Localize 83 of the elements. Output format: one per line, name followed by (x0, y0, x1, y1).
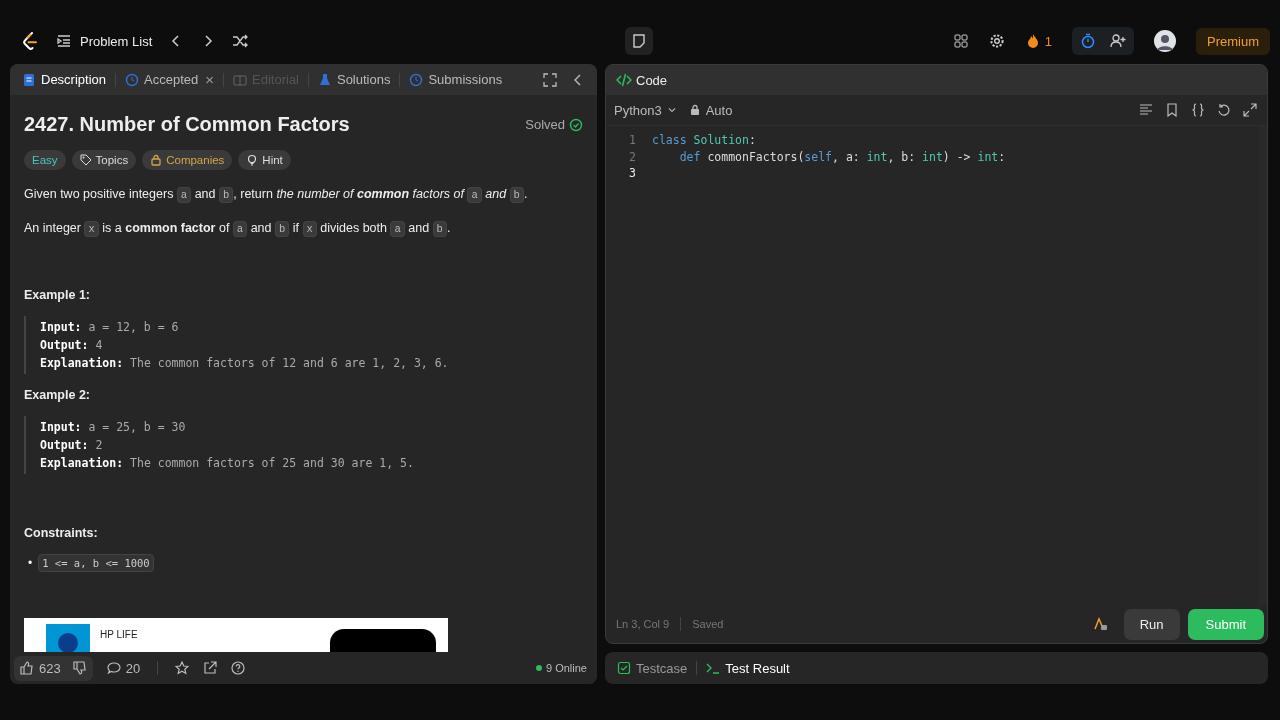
share-icon[interactable] (203, 661, 218, 675)
note-icon (631, 33, 647, 49)
settings-icon[interactable] (988, 33, 1005, 49)
ad-button[interactable] (330, 629, 436, 652)
code-icon (616, 72, 632, 88)
shuffle-icon[interactable] (232, 33, 249, 49)
terminal-icon (706, 661, 721, 675)
auto-mode-button[interactable]: Auto (688, 102, 733, 118)
solved-status: Solved (525, 117, 565, 132)
tag[interactable]: Companies (142, 150, 233, 170)
example-line: Output: 2 (40, 437, 104, 454)
braces-icon[interactable] (1191, 103, 1205, 117)
caret-icon (666, 105, 677, 115)
online-dot-icon (536, 665, 542, 671)
flask-icon (317, 72, 332, 87)
problem-list-button[interactable]: Problem List (56, 33, 153, 49)
constraint: 1 <= a, b <= 1000 (38, 554, 154, 572)
lightbulb-icon (246, 154, 259, 166)
ad-banner[interactable]: HP LIFE (24, 618, 448, 652)
streak-count: 1 (1044, 33, 1052, 49)
document-icon (22, 72, 36, 87)
line-number: 2 (628, 149, 637, 164)
example-line: Explanation: The common factors of 25 and 30 are 1, 5. (40, 455, 415, 472)
avatar[interactable] (1154, 30, 1176, 52)
maximize-icon[interactable] (543, 72, 557, 87)
panel-title: Code (636, 72, 668, 88)
reset-icon[interactable] (1217, 103, 1231, 117)
expand-icon[interactable] (1243, 103, 1257, 117)
problem-title: 2427. Number of Common Factors (24, 113, 350, 136)
check-circle-icon (569, 117, 583, 132)
line-number: 1 (628, 133, 637, 148)
star-icon[interactable] (175, 661, 190, 675)
code-line: def commonFactors(self, a: int, b: int) -> int: (678, 149, 1006, 164)
thumbs-down-icon (72, 661, 87, 675)
clock-icon (125, 72, 140, 87)
comment-icon (106, 661, 121, 675)
bullet: • (28, 556, 33, 570)
tag[interactable]: Topics (71, 150, 137, 170)
constraints-heading: Constraints: (24, 526, 99, 540)
tab[interactable]: Solutions (317, 72, 391, 87)
tab[interactable]: Test Result (706, 660, 790, 676)
tag[interactable]: Hint (238, 150, 291, 170)
tab[interactable]: Testcase (617, 660, 688, 676)
notes-button[interactable] (625, 27, 653, 55)
save-status: Saved (692, 618, 724, 630)
tab[interactable]: Accepted × (125, 71, 214, 88)
tag-icon (79, 154, 92, 166)
format-icon[interactable] (1139, 103, 1153, 117)
online-count: 9 Online (546, 662, 587, 674)
example-heading: Example 2: (24, 388, 91, 402)
debug-icon[interactable] (1091, 616, 1108, 632)
thumbs-up-icon (20, 661, 34, 675)
example-line: Explanation: The common factors of 12 and 6 are 1, 2, 3, 6. (40, 355, 450, 372)
tag[interactable]: Easy (24, 150, 66, 170)
paragraph: Given two positive integers a and b , return the number of common factors of a and b . (24, 186, 529, 204)
cursor-position: Ln 3, Col 9 (616, 618, 670, 630)
example-line: Output: 4 (40, 337, 104, 354)
clock-icon (409, 72, 424, 87)
example-line: Input: a = 12, b = 6 (40, 319, 180, 336)
paragraph: An integer x is a common factor of a and b if x divides both a and b . (24, 220, 452, 238)
list-icon (56, 33, 72, 49)
line-number: 3 (628, 166, 637, 181)
lock-icon (688, 104, 701, 116)
bookmark-icon[interactable] (1165, 103, 1179, 117)
premium-button[interactable]: Premium (1196, 27, 1270, 55)
code-line: class Solution: (652, 133, 756, 148)
close-icon[interactable]: × (205, 71, 214, 88)
example-heading: Example 1: (24, 288, 91, 302)
comments-button[interactable]: 20 (106, 660, 141, 676)
timer-icon[interactable] (1080, 33, 1096, 49)
example-line: Input: a = 25, b = 30 (40, 419, 187, 436)
help-icon[interactable] (231, 661, 246, 675)
checkbox-icon (617, 661, 631, 675)
logo-icon[interactable] (20, 31, 40, 51)
grid-icon[interactable] (952, 33, 969, 49)
language-dropdown[interactable]: Python3 (614, 102, 677, 118)
tab[interactable]: Description (22, 72, 107, 87)
lock-icon (150, 154, 163, 166)
ad-title: HP LIFE (100, 629, 138, 640)
tab[interactable]: Submissions (409, 72, 503, 87)
add-user-icon[interactable] (1110, 33, 1126, 49)
run-button[interactable]: Run (1123, 608, 1180, 640)
book-icon (233, 72, 247, 87)
